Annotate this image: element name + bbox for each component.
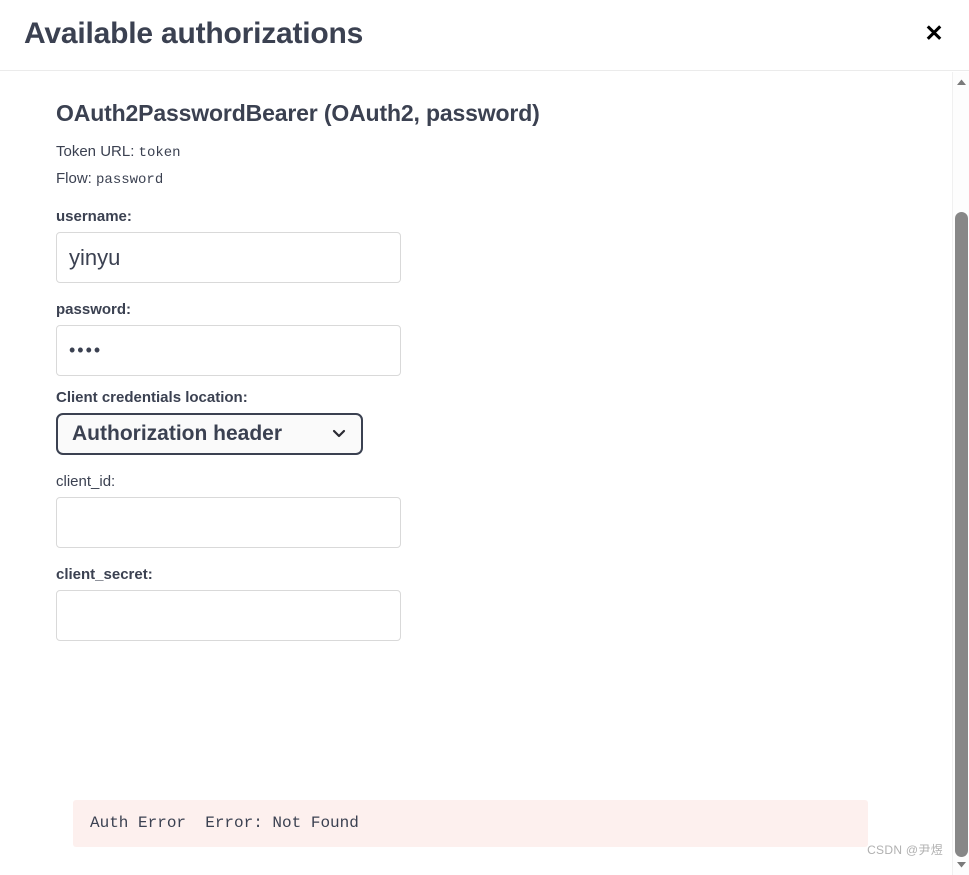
scheme-title: OAuth2PasswordBearer (OAuth2, password) (56, 100, 540, 126)
auth-modal: Available authorizations ✕ OAuth2Passwor… (0, 0, 969, 875)
password-field-group: password: (56, 301, 886, 376)
password-input[interactable] (56, 325, 401, 376)
triangle-down-icon[interactable] (953, 856, 969, 873)
credentials-location-select-wrap: Authorization header (56, 413, 363, 455)
username-label: username: (56, 208, 132, 225)
client-id-field-group: client_id: (56, 473, 886, 548)
client-id-input[interactable] (56, 497, 401, 548)
auth-scheme-section: OAuth2PasswordBearer (OAuth2, password) … (56, 100, 886, 659)
token-url-value: token (138, 145, 181, 161)
flow-label: Flow: (56, 170, 92, 187)
client-secret-field-group: client_secret: (56, 566, 886, 641)
auth-error-box: Auth Error Error: Not Found (73, 800, 868, 847)
password-label: password: (56, 301, 132, 318)
credentials-location-field-group: Client credentials location: Authorizati… (56, 389, 886, 460)
client-secret-label: client_secret: (56, 566, 153, 583)
credentials-location-select[interactable]: Authorization header (56, 413, 363, 455)
modal-header: Available authorizations ✕ (0, 0, 969, 71)
auth-error-text: Auth Error Error: Not Found (90, 814, 359, 832)
username-field-group: username: (56, 208, 886, 283)
vertical-scrollbar[interactable] (952, 72, 969, 875)
client-id-label: client_id: (56, 473, 116, 490)
page-title: Available authorizations (24, 17, 364, 50)
flow-value: password (96, 172, 164, 188)
username-input[interactable] (56, 232, 401, 283)
modal-body: OAuth2PasswordBearer (OAuth2, password) … (0, 72, 952, 875)
credentials-location-label: Client credentials location: (56, 389, 248, 406)
watermark: CSDN @尹煜 (867, 843, 943, 857)
close-icon[interactable]: ✕ (919, 18, 949, 48)
token-url-label: Token URL: (56, 143, 135, 160)
client-secret-input[interactable] (56, 590, 401, 641)
scrollbar-thumb[interactable] (955, 212, 968, 857)
token-url-row: Token URL: token (56, 144, 886, 160)
flow-row: Flow: password (56, 171, 886, 187)
triangle-up-icon[interactable] (953, 74, 969, 91)
